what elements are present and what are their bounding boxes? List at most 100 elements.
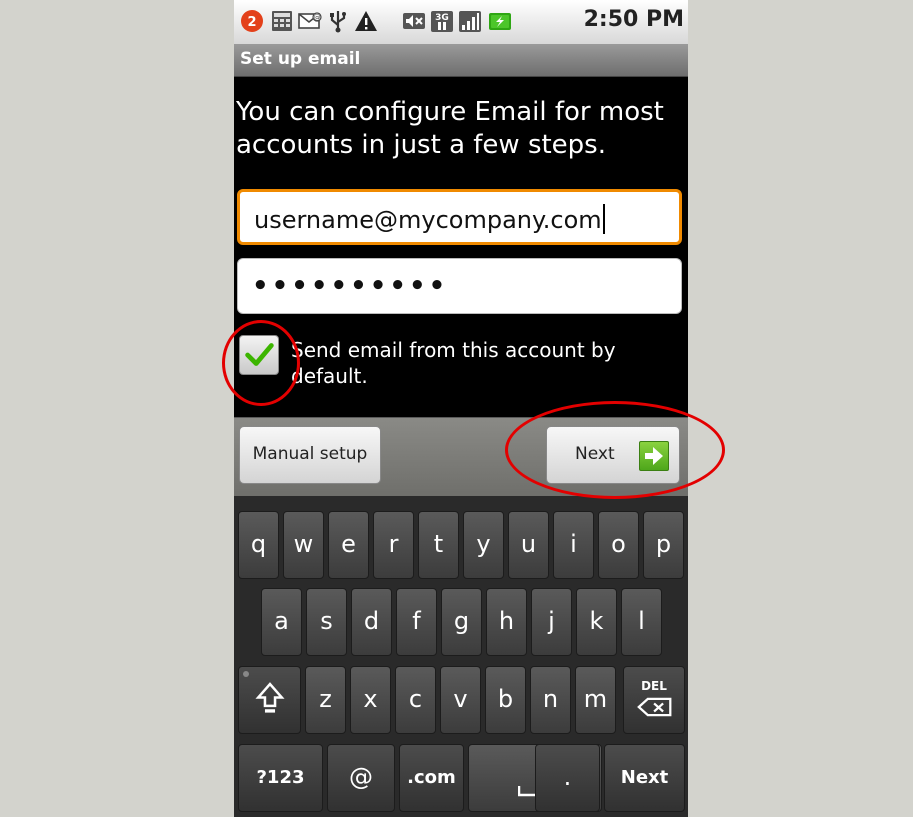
key-label: s: [320, 607, 333, 635]
key-a[interactable]: a: [261, 588, 302, 656]
soft-keyboard: p o i u y t r ewq l k j hg f d s a mnb v c x z DEL ?123 @: [234, 496, 688, 817]
key-label: g: [453, 607, 470, 635]
key-label: c: [408, 685, 423, 713]
keyboard-next-label: Next: [620, 767, 669, 788]
manual-setup-label: Manual setup: [252, 444, 368, 464]
text-caret: [602, 204, 605, 234]
manual-setup-button[interactable]: Manual setup: [239, 426, 381, 484]
key-label: w: [293, 530, 314, 558]
key-b[interactable]: b: [485, 666, 526, 734]
key-label: o: [611, 530, 626, 558]
key-g[interactable]: g: [441, 588, 482, 656]
default-account-checkbox[interactable]: [239, 335, 279, 375]
key-w[interactable]: w: [283, 511, 324, 579]
battery-charging-icon: [489, 13, 511, 30]
key-label: d: [363, 607, 380, 635]
key-label: k: [589, 607, 604, 635]
key-z[interactable]: z: [305, 666, 346, 734]
key-j[interactable]: j: [531, 588, 572, 656]
key-d[interactable]: d: [351, 588, 392, 656]
key-m[interactable]: m: [575, 666, 616, 734]
phone-screen: 2 @ 3G 2:50 PM Set up email You can conf…: [234, 0, 688, 817]
shift-indicator: [243, 671, 249, 677]
key-u[interactable]: u: [508, 511, 549, 579]
period-key-label: .: [563, 763, 572, 791]
key-label: a: [274, 607, 289, 635]
key-f[interactable]: f: [396, 588, 437, 656]
key-label: i: [570, 530, 577, 558]
delete-key[interactable]: DEL: [623, 666, 685, 734]
period-key[interactable]: .: [535, 744, 600, 812]
svg-text:@: @: [314, 14, 321, 22]
notification-count: 2: [247, 15, 256, 30]
key-p[interactable]: p: [643, 511, 684, 579]
svg-text:3G: 3G: [435, 13, 449, 23]
signal-icon: [459, 11, 481, 32]
key-label: m: [583, 685, 608, 713]
warning-icon: [355, 11, 377, 31]
key-label: q: [250, 530, 267, 558]
mute-icon: [403, 13, 425, 29]
intro-text: You can configure Email for most account…: [236, 97, 664, 160]
key-label: x: [363, 685, 378, 713]
screen-title: Set up email: [240, 49, 361, 69]
key-h[interactable]: h: [486, 588, 527, 656]
backspace-icon: [637, 697, 672, 717]
symbols-key-label: ?123: [256, 767, 305, 788]
key-i[interactable]: i: [553, 511, 594, 579]
key-o[interactable]: o: [598, 511, 639, 579]
usb-icon: [330, 11, 346, 33]
key-label: t: [433, 530, 444, 558]
key-label: l: [638, 607, 645, 635]
key-label: r: [388, 530, 399, 558]
email-icon: @: [298, 12, 322, 29]
key-q[interactable]: q: [238, 511, 279, 579]
checkmark-icon: [245, 343, 274, 366]
next-label: Next: [575, 444, 615, 464]
next-arrow-icon: [639, 441, 669, 471]
status-time: 2:50 PM: [583, 7, 684, 32]
symbols-key[interactable]: ?123: [238, 744, 323, 812]
password-field[interactable]: ••••••••••: [237, 258, 682, 314]
at-key[interactable]: @: [327, 744, 395, 812]
key-label: n: [542, 685, 559, 713]
key-label: u: [520, 530, 537, 558]
default-account-label: Send email from this account by default.: [291, 338, 616, 388]
key-label: e: [341, 530, 356, 558]
key-label: z: [319, 685, 332, 713]
dotcom-key-label: .com: [407, 767, 456, 788]
delete-key-label: DEL: [641, 679, 667, 693]
key-label: y: [476, 530, 491, 558]
key-k[interactable]: k: [576, 588, 617, 656]
email-field[interactable]: username@mycompany.com: [237, 189, 682, 245]
key-n[interactable]: n: [530, 666, 571, 734]
keyboard-next-key[interactable]: Next: [604, 744, 685, 812]
key-y[interactable]: y: [463, 511, 504, 579]
key-l[interactable]: l: [621, 588, 662, 656]
status-bar: 2 @ 3G 2:50 PM: [234, 0, 688, 44]
dotcom-key[interactable]: .com: [399, 744, 464, 812]
key-r[interactable]: r: [373, 511, 414, 579]
key-c[interactable]: c: [395, 666, 436, 734]
3g-data-icon: 3G: [431, 11, 453, 32]
key-x[interactable]: x: [350, 666, 391, 734]
key-label: b: [497, 685, 514, 713]
key-s[interactable]: s: [306, 588, 347, 656]
key-label: j: [548, 607, 555, 635]
shift-key[interactable]: [238, 666, 301, 734]
next-button[interactable]: Next: [546, 426, 680, 484]
title-bar: Set up email: [234, 44, 688, 77]
key-label: h: [498, 607, 515, 635]
key-t[interactable]: t: [418, 511, 459, 579]
notification-badge-icon[interactable]: 2: [240, 8, 264, 34]
key-label: v: [453, 685, 468, 713]
key-label: p: [655, 530, 672, 558]
shift-icon: [255, 682, 285, 713]
email-field-value: username@mycompany.com: [254, 206, 602, 234]
button-bar: Manual setup Next: [234, 417, 688, 496]
calculator-icon: [272, 11, 292, 31]
at-key-label: @: [349, 763, 373, 791]
key-e[interactable]: e: [328, 511, 369, 579]
key-label: f: [412, 607, 421, 635]
key-v[interactable]: v: [440, 666, 481, 734]
